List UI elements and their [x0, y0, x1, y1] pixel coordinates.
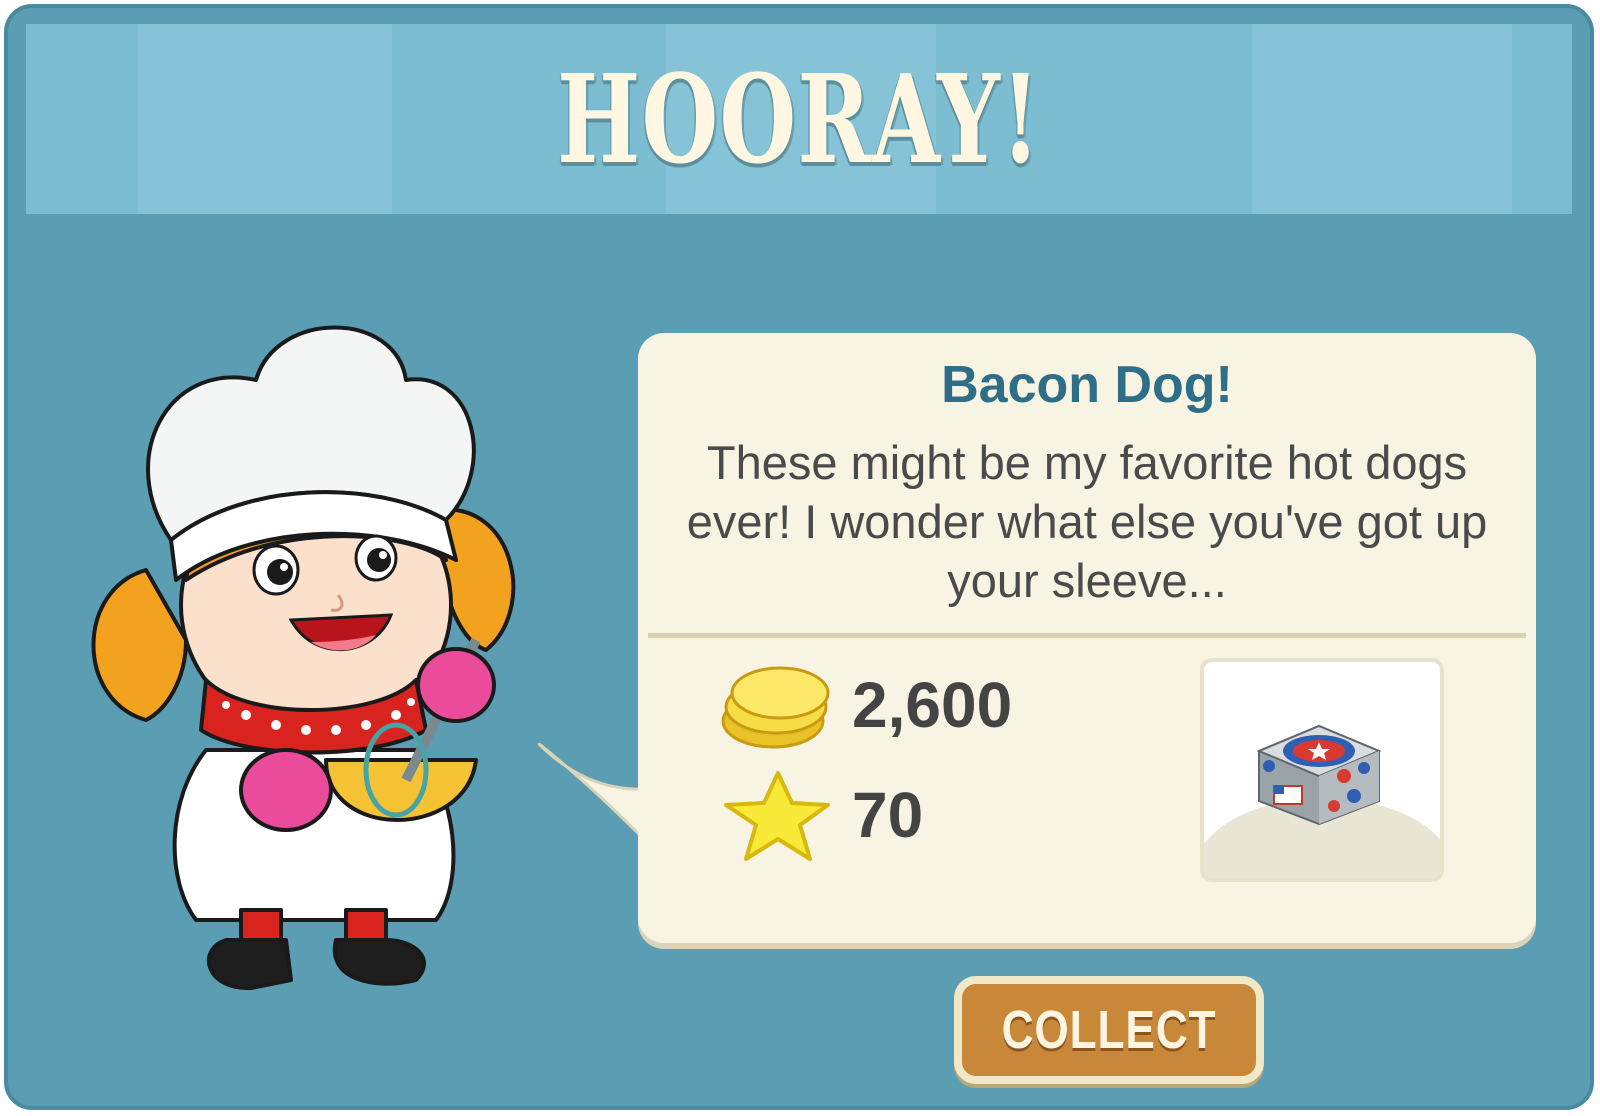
item-reward-tile	[1200, 658, 1444, 882]
chef-character-icon	[91, 325, 516, 991]
collect-button-label: COLLECT	[1001, 1000, 1217, 1060]
recipe-message: These might be my favorite hot dogs ever…	[686, 436, 1488, 607]
dialog-title: HOORAY!	[556, 47, 1042, 191]
coin-reward: 2,600	[718, 655, 1012, 755]
patriotic-appliance-icon	[1256, 724, 1382, 826]
reward-card: Bacon Dog! These might be my favorite ho…	[638, 333, 1536, 943]
collect-button[interactable]: COLLECT	[954, 976, 1264, 1084]
coins-icon	[721, 666, 830, 749]
xp-reward: 70	[718, 765, 923, 865]
dialog-header: HOORAY!	[26, 24, 1572, 214]
star-icon	[724, 771, 830, 861]
xp-value: 70	[852, 779, 924, 851]
recipe-title: Bacon Dog!	[941, 356, 1233, 414]
card-divider	[648, 633, 1526, 638]
coin-value: 2,600	[852, 669, 1013, 741]
reward-dialog: HOORAY! Bacon Dog! These might be my fav…	[4, 4, 1594, 1110]
